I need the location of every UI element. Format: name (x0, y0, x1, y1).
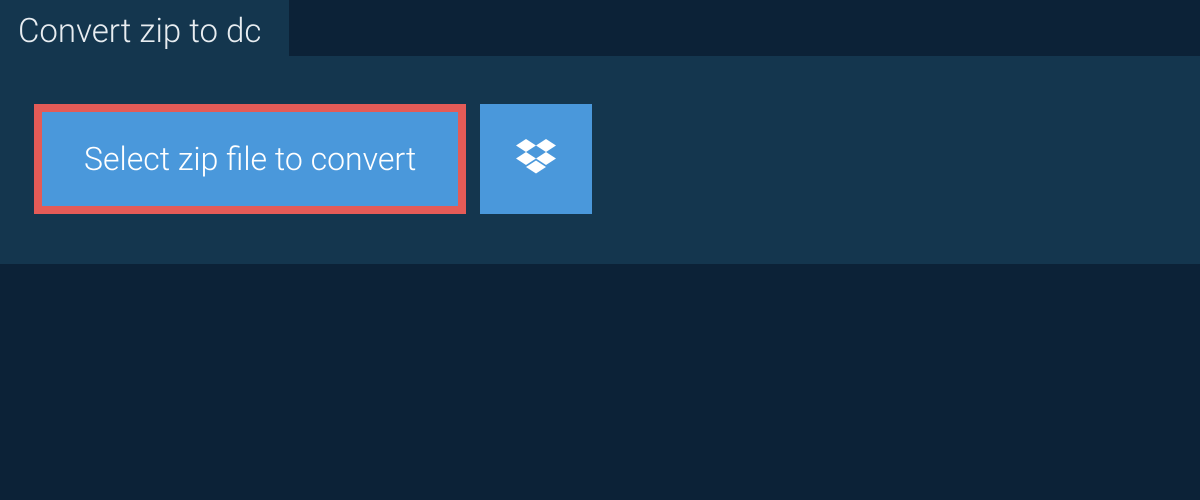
converter-panel: Convert zip to dc Select zip file to con… (0, 56, 1200, 264)
dropbox-icon (516, 139, 556, 179)
select-file-button[interactable]: Select zip file to convert (34, 104, 466, 214)
button-row: Select zip file to convert (0, 56, 1200, 214)
page-title: Convert zip to dc (18, 12, 261, 51)
page-title-tab: Convert zip to dc (0, 0, 289, 64)
select-file-label: Select zip file to convert (84, 140, 416, 178)
dropbox-button[interactable] (480, 104, 592, 214)
